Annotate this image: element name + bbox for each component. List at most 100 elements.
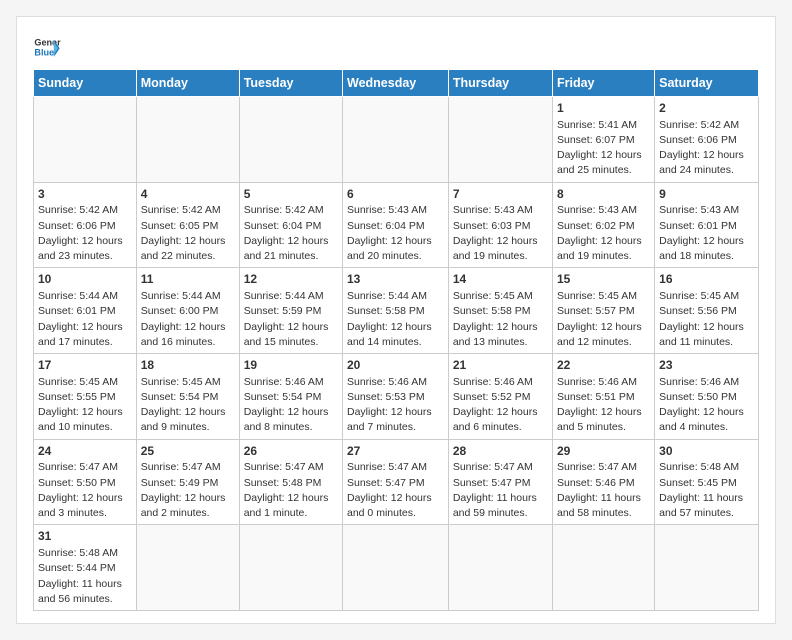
column-header-sunday: Sunday: [34, 70, 137, 97]
day-number: 3: [38, 186, 132, 203]
calendar-cell: 9Sunrise: 5:43 AM Sunset: 6:01 PM Daylig…: [655, 182, 759, 268]
day-number: 17: [38, 357, 132, 374]
day-info: Sunrise: 5:46 AM Sunset: 5:53 PM Dayligh…: [347, 375, 444, 436]
calendar-cell: 6Sunrise: 5:43 AM Sunset: 6:04 PM Daylig…: [343, 182, 449, 268]
day-number: 28: [453, 443, 548, 460]
day-number: 7: [453, 186, 548, 203]
day-number: 5: [244, 186, 338, 203]
calendar-cell: 17Sunrise: 5:45 AM Sunset: 5:55 PM Dayli…: [34, 354, 137, 440]
column-header-tuesday: Tuesday: [239, 70, 342, 97]
logo: General Blue: [33, 33, 65, 61]
calendar-cell: 23Sunrise: 5:46 AM Sunset: 5:50 PM Dayli…: [655, 354, 759, 440]
day-info: Sunrise: 5:47 AM Sunset: 5:50 PM Dayligh…: [38, 460, 132, 521]
calendar-cell: [34, 97, 137, 183]
calendar-row: 17Sunrise: 5:45 AM Sunset: 5:55 PM Dayli…: [34, 354, 759, 440]
day-info: Sunrise: 5:43 AM Sunset: 6:02 PM Dayligh…: [557, 203, 650, 264]
day-info: Sunrise: 5:46 AM Sunset: 5:54 PM Dayligh…: [244, 375, 338, 436]
day-info: Sunrise: 5:42 AM Sunset: 6:06 PM Dayligh…: [38, 203, 132, 264]
calendar-cell: 1Sunrise: 5:41 AM Sunset: 6:07 PM Daylig…: [553, 97, 655, 183]
day-info: Sunrise: 5:45 AM Sunset: 5:58 PM Dayligh…: [453, 289, 548, 350]
day-number: 29: [557, 443, 650, 460]
calendar-cell: [136, 525, 239, 611]
day-number: 13: [347, 271, 444, 288]
calendar-cell: [239, 525, 342, 611]
day-info: Sunrise: 5:46 AM Sunset: 5:50 PM Dayligh…: [659, 375, 754, 436]
calendar-cell: 11Sunrise: 5:44 AM Sunset: 6:00 PM Dayli…: [136, 268, 239, 354]
day-info: Sunrise: 5:47 AM Sunset: 5:48 PM Dayligh…: [244, 460, 338, 521]
day-info: Sunrise: 5:47 AM Sunset: 5:46 PM Dayligh…: [557, 460, 650, 521]
day-info: Sunrise: 5:43 AM Sunset: 6:01 PM Dayligh…: [659, 203, 754, 264]
day-info: Sunrise: 5:47 AM Sunset: 5:47 PM Dayligh…: [347, 460, 444, 521]
day-number: 19: [244, 357, 338, 374]
day-number: 31: [38, 528, 132, 545]
day-info: Sunrise: 5:45 AM Sunset: 5:54 PM Dayligh…: [141, 375, 235, 436]
calendar-cell: 22Sunrise: 5:46 AM Sunset: 5:51 PM Dayli…: [553, 354, 655, 440]
calendar-cell: 5Sunrise: 5:42 AM Sunset: 6:04 PM Daylig…: [239, 182, 342, 268]
day-number: 18: [141, 357, 235, 374]
day-number: 9: [659, 186, 754, 203]
calendar-cell: 27Sunrise: 5:47 AM Sunset: 5:47 PM Dayli…: [343, 439, 449, 525]
day-info: Sunrise: 5:45 AM Sunset: 5:57 PM Dayligh…: [557, 289, 650, 350]
calendar-cell: [448, 97, 552, 183]
calendar-cell: 12Sunrise: 5:44 AM Sunset: 5:59 PM Dayli…: [239, 268, 342, 354]
day-number: 21: [453, 357, 548, 374]
day-info: Sunrise: 5:42 AM Sunset: 6:05 PM Dayligh…: [141, 203, 235, 264]
calendar-body: 1Sunrise: 5:41 AM Sunset: 6:07 PM Daylig…: [34, 97, 759, 611]
day-number: 26: [244, 443, 338, 460]
calendar-table: SundayMondayTuesdayWednesdayThursdayFrid…: [33, 69, 759, 611]
day-number: 24: [38, 443, 132, 460]
day-number: 6: [347, 186, 444, 203]
calendar-cell: 8Sunrise: 5:43 AM Sunset: 6:02 PM Daylig…: [553, 182, 655, 268]
column-header-monday: Monday: [136, 70, 239, 97]
day-number: 11: [141, 271, 235, 288]
calendar-cell: [553, 525, 655, 611]
calendar-page: General Blue SundayMondayTuesdayWednesda…: [16, 16, 776, 624]
calendar-cell: 13Sunrise: 5:44 AM Sunset: 5:58 PM Dayli…: [343, 268, 449, 354]
calendar-cell: [655, 525, 759, 611]
calendar-cell: 26Sunrise: 5:47 AM Sunset: 5:48 PM Dayli…: [239, 439, 342, 525]
day-number: 20: [347, 357, 444, 374]
day-info: Sunrise: 5:42 AM Sunset: 6:04 PM Dayligh…: [244, 203, 338, 264]
day-info: Sunrise: 5:44 AM Sunset: 6:01 PM Dayligh…: [38, 289, 132, 350]
day-info: Sunrise: 5:45 AM Sunset: 5:55 PM Dayligh…: [38, 375, 132, 436]
day-number: 1: [557, 100, 650, 117]
calendar-cell: [343, 97, 449, 183]
logo-icon: General Blue: [33, 33, 61, 61]
day-number: 8: [557, 186, 650, 203]
header-row: SundayMondayTuesdayWednesdayThursdayFrid…: [34, 70, 759, 97]
day-info: Sunrise: 5:48 AM Sunset: 5:45 PM Dayligh…: [659, 460, 754, 521]
calendar-cell: 16Sunrise: 5:45 AM Sunset: 5:56 PM Dayli…: [655, 268, 759, 354]
day-info: Sunrise: 5:47 AM Sunset: 5:49 PM Dayligh…: [141, 460, 235, 521]
calendar-cell: 4Sunrise: 5:42 AM Sunset: 6:05 PM Daylig…: [136, 182, 239, 268]
day-info: Sunrise: 5:44 AM Sunset: 5:58 PM Dayligh…: [347, 289, 444, 350]
calendar-cell: 18Sunrise: 5:45 AM Sunset: 5:54 PM Dayli…: [136, 354, 239, 440]
calendar-cell: 20Sunrise: 5:46 AM Sunset: 5:53 PM Dayli…: [343, 354, 449, 440]
calendar-cell: 29Sunrise: 5:47 AM Sunset: 5:46 PM Dayli…: [553, 439, 655, 525]
day-info: Sunrise: 5:46 AM Sunset: 5:52 PM Dayligh…: [453, 375, 548, 436]
calendar-cell: 31Sunrise: 5:48 AM Sunset: 5:44 PM Dayli…: [34, 525, 137, 611]
column-header-saturday: Saturday: [655, 70, 759, 97]
calendar-cell: [136, 97, 239, 183]
header: General Blue: [33, 33, 759, 61]
calendar-cell: 21Sunrise: 5:46 AM Sunset: 5:52 PM Dayli…: [448, 354, 552, 440]
day-number: 27: [347, 443, 444, 460]
calendar-cell: 14Sunrise: 5:45 AM Sunset: 5:58 PM Dayli…: [448, 268, 552, 354]
calendar-cell: 3Sunrise: 5:42 AM Sunset: 6:06 PM Daylig…: [34, 182, 137, 268]
column-header-thursday: Thursday: [448, 70, 552, 97]
calendar-cell: 19Sunrise: 5:46 AM Sunset: 5:54 PM Dayli…: [239, 354, 342, 440]
day-info: Sunrise: 5:46 AM Sunset: 5:51 PM Dayligh…: [557, 375, 650, 436]
day-number: 14: [453, 271, 548, 288]
calendar-cell: 24Sunrise: 5:47 AM Sunset: 5:50 PM Dayli…: [34, 439, 137, 525]
column-header-friday: Friday: [553, 70, 655, 97]
calendar-cell: [343, 525, 449, 611]
day-number: 22: [557, 357, 650, 374]
calendar-cell: 25Sunrise: 5:47 AM Sunset: 5:49 PM Dayli…: [136, 439, 239, 525]
calendar-cell: [448, 525, 552, 611]
calendar-cell: 15Sunrise: 5:45 AM Sunset: 5:57 PM Dayli…: [553, 268, 655, 354]
day-info: Sunrise: 5:42 AM Sunset: 6:06 PM Dayligh…: [659, 118, 754, 179]
day-info: Sunrise: 5:45 AM Sunset: 5:56 PM Dayligh…: [659, 289, 754, 350]
calendar-row: 10Sunrise: 5:44 AM Sunset: 6:01 PM Dayli…: [34, 268, 759, 354]
day-number: 30: [659, 443, 754, 460]
column-header-wednesday: Wednesday: [343, 70, 449, 97]
day-info: Sunrise: 5:43 AM Sunset: 6:03 PM Dayligh…: [453, 203, 548, 264]
